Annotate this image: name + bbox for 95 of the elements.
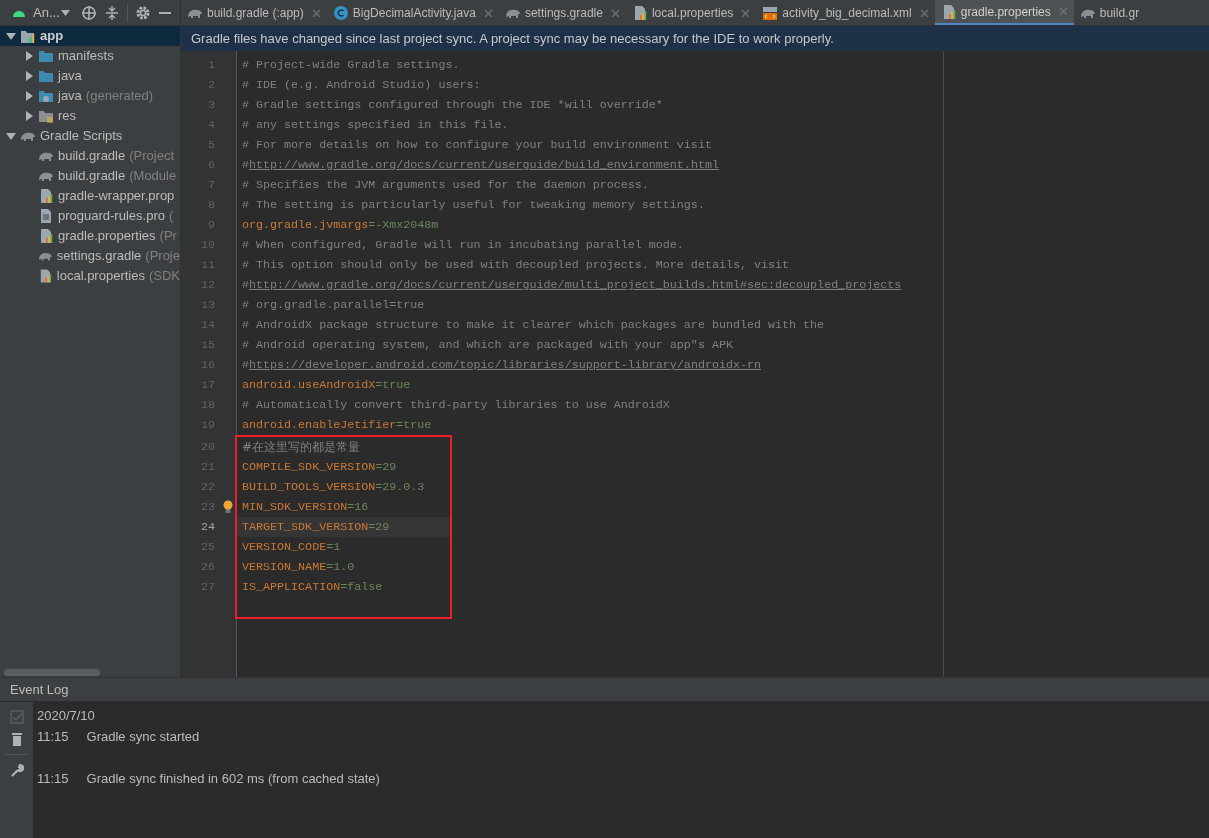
code-text: # (242, 157, 249, 174)
code-text: # org.gradle.parallel=true (242, 297, 425, 314)
editor-tab[interactable]: gradle.properties (934, 0, 1074, 25)
tree-item[interactable]: gradle.properties (Pr (0, 226, 180, 246)
caret-icon[interactable] (60, 9, 70, 16)
code-text: # (242, 357, 249, 374)
log-date: 2020/7/10 (37, 707, 96, 725)
code-text: =1 (326, 539, 341, 556)
properties-file-icon (38, 228, 54, 244)
tree-item[interactable]: res (0, 106, 180, 126)
folder-icon (38, 88, 54, 104)
sync-notification: Gradle files have changed since last project sync. A project sync may be necessary for the IDE to work properly. (181, 26, 1209, 51)
editor-tab[interactable]: build.gradle (:app) (181, 0, 327, 25)
tree-item[interactable]: java (generated) (0, 86, 180, 106)
properties-file-icon (38, 268, 53, 284)
tree-item[interactable]: java (0, 66, 180, 86)
code-text: IS_APPLICATION (242, 579, 341, 596)
code-text: =-Xmx2048m (368, 217, 439, 234)
collapse-arrow-icon[interactable] (6, 131, 16, 141)
tree-item[interactable]: app (0, 26, 180, 46)
collapse-icon[interactable] (103, 4, 120, 21)
folder-icon (38, 108, 54, 124)
code-text: # Automatically convert third-party libraries to use AndroidX (242, 397, 670, 414)
code-text: org.gradle.jvmargs (242, 217, 369, 234)
code-text: #在这里写的都是常量 (242, 439, 361, 456)
line-number: 24 (199, 519, 215, 536)
code-text: =true (375, 377, 411, 394)
code-text: BUILD_TOOLS_VERSION (242, 479, 376, 496)
folder-icon (38, 68, 54, 84)
code-text: =29.0.3 (375, 479, 425, 496)
properties-file-icon (38, 188, 54, 204)
tree-item[interactable]: build.gradle (Project (0, 146, 180, 166)
editor-tab[interactable]: settings.gradle (498, 0, 626, 25)
code-text: # Android operating system, and which are packaged with your app"s APK (242, 337, 733, 354)
code-text: # Project-wide Gradle settings. (242, 57, 460, 74)
tree-item[interactable]: Gradle Scripts (0, 126, 180, 146)
expand-arrow-icon[interactable] (24, 111, 34, 121)
tree-item[interactable]: proguard-rules.pro ( (0, 206, 180, 226)
editor-tab[interactable]: BigDecimalActivity.java (326, 0, 499, 25)
editor-tab[interactable]: activity_big_decimal.xml (756, 0, 935, 25)
code-text: # Specifies the JVM arguments used for the daemon process. (242, 177, 649, 194)
code-text: =true (396, 417, 432, 434)
code-text: # The setting is particularly useful for tweaking memory settings. (242, 197, 705, 214)
tree-item[interactable]: local.properties (SDK (0, 266, 180, 286)
code-text: # Gradle settings configured through the IDE *will override* (242, 97, 663, 114)
log-time: 11:15 (37, 728, 69, 747)
code-text: MIN_SDK_VERSION (242, 499, 348, 516)
code-text: COMPILE_SDK_VERSION (242, 459, 376, 476)
folder-icon (38, 48, 54, 64)
code-text: VERSION_NAME (242, 559, 327, 576)
code-text: VERSION_CODE (242, 539, 327, 556)
scrollbar[interactable] (4, 668, 100, 676)
code-text: # AndroidX package structure to make it clearer which packages are bundled with the (242, 317, 825, 334)
code-text: =false (340, 579, 383, 596)
settings-icon[interactable] (134, 4, 151, 21)
expand-arrow-icon[interactable] (24, 71, 34, 81)
code-text: TARGET_SDK_VERSION (242, 519, 369, 536)
code-link[interactable]: http://www.gradle.org/docs/current/userguide/build_environment.html (249, 155, 719, 175)
code-text: =16 (347, 499, 369, 516)
code-text: # any settings specified in this file. (242, 117, 509, 134)
editor-tab[interactable]: build.gr (1073, 0, 1146, 25)
class-icon (332, 5, 349, 21)
panel-title: Event Log (10, 680, 69, 699)
log-time: 11:15 (37, 770, 69, 789)
code-text: android.useAndroidX (242, 377, 376, 394)
tree-item[interactable]: build.gradle (Module (0, 166, 180, 186)
code-text: # IDE (e.g. Android Studio) users: (242, 77, 481, 94)
code-text: =29 (375, 459, 397, 476)
checkbox-icon[interactable] (9, 710, 24, 724)
wrench-icon[interactable] (9, 763, 24, 777)
code-text: # (242, 277, 249, 294)
log-message: Gradle sync started (86, 728, 200, 747)
expand-arrow-icon[interactable] (24, 51, 34, 61)
lightbulb-icon[interactable] (222, 500, 234, 514)
project-view-dropdown[interactable]: An... (33, 2, 70, 23)
code-text: android.enableJetifier (242, 417, 397, 434)
code-link[interactable]: https://developer.android.com/topic/libraries/support-library/androidx-rn (249, 355, 761, 375)
collapse-arrow-icon[interactable] (6, 31, 16, 41)
code-text: =1.0 (326, 559, 355, 576)
code-link[interactable]: http://www.gradle.org/docs/current/userguide/multi_project_builds.html#sec:decoupled_projects (249, 275, 902, 295)
trash-icon[interactable] (10, 732, 23, 746)
text-file-icon (38, 208, 54, 224)
log-message: Gradle sync finished in 602 ms (from cached state) (86, 770, 380, 789)
tree-item[interactable]: manifests (0, 46, 180, 66)
layout-file-icon (762, 5, 779, 21)
locate-icon[interactable] (80, 4, 97, 21)
expand-arrow-icon[interactable] (24, 91, 34, 101)
code-text: # For more details on how to configure your build environment visit (242, 137, 712, 154)
code-text: # This option should only be used with decoupled projects. More details, visit (242, 257, 790, 274)
editor-tab[interactable]: local.properties (625, 0, 757, 25)
code-text: =29 (368, 519, 390, 536)
module-icon (20, 28, 36, 44)
code-text: # When configured, Gradle will run in incubating parallel mode. (242, 237, 684, 254)
tree-item[interactable]: settings.gradle (Proje (0, 246, 180, 266)
tree-item[interactable]: gradle-wrapper.prop (0, 186, 180, 206)
